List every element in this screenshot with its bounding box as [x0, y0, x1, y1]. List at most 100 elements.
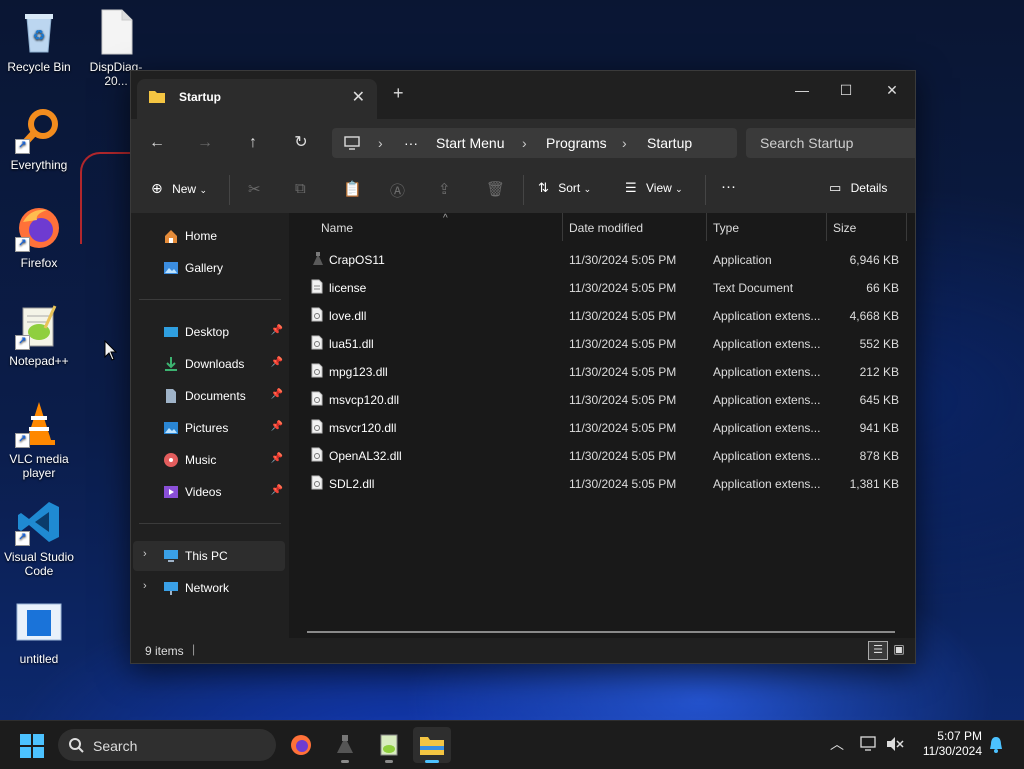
windows-start-icon[interactable]: [20, 734, 44, 758]
taskbar-notepadpp[interactable]: [370, 727, 408, 763]
desktop-icon-vlc[interactable]: ↗ VLC media player: [1, 400, 77, 480]
pin-icon[interactable]: 📌: [271, 357, 283, 368]
dll-file-icon: [311, 447, 323, 462]
taskbar-crapos[interactable]: [326, 727, 364, 763]
new-tab-button[interactable]: +: [393, 83, 404, 104]
file-name: license: [329, 281, 367, 295]
chevron-down-icon: ⌄: [199, 185, 207, 195]
navigation-pane[interactable]: Home Gallery Desktop 📌 Downloads 📌 Docum…: [131, 213, 289, 638]
file-list[interactable]: Name ^ Date modified Type Size CrapOS11 1…: [289, 213, 915, 638]
cut-icon[interactable]: ✂: [248, 180, 261, 198]
copy-icon[interactable]: ⧉: [295, 180, 306, 197]
nav-item-downloads[interactable]: Downloads 📌: [133, 349, 285, 379]
nav-item-pictures[interactable]: Pictures 📌: [133, 413, 285, 443]
taskbar-search-label: Search: [93, 738, 138, 754]
nav-item-gallery[interactable]: Gallery: [133, 253, 285, 283]
pin-icon[interactable]: 📌: [271, 453, 283, 464]
view-list-icon: ☰: [625, 180, 637, 195]
view-button[interactable]: ☰ View ⌄: [625, 180, 683, 196]
maximize-button[interactable]: ☐: [823, 75, 869, 105]
new-button[interactable]: ⊕ New ⌄: [151, 180, 207, 197]
table-row[interactable]: SDL2.dll 11/30/2024 5:05 PM Application ex…: [301, 469, 903, 497]
column-divider[interactable]: [906, 213, 907, 241]
table-row[interactable]: love.dll 11/30/2024 5:05 PM Application ex…: [301, 301, 903, 329]
table-row[interactable]: msvcr120.dll 11/30/2024 5:05 PM Applicatio…: [301, 413, 903, 441]
file-explorer-window[interactable]: Startup ✕ + — ☐ ✕ ← → ↑ ↻ › ··· Start Me…: [130, 70, 916, 664]
table-row[interactable]: OpenAL32.dll 11/30/2024 5:05 PM Applicatio…: [301, 441, 903, 469]
forward-arrow-icon[interactable]: →: [191, 131, 219, 155]
address-bar-row: ← → ↑ ↻ › ··· Start Menu › Programs › St…: [131, 119, 915, 167]
refresh-icon[interactable]: ↻: [287, 131, 315, 155]
breadcrumb-programs[interactable]: Programs: [546, 135, 607, 151]
pin-icon[interactable]: 📌: [271, 485, 283, 496]
tiles-view-button[interactable]: ▣: [891, 641, 907, 658]
horizontal-scrollbar[interactable]: [307, 631, 895, 633]
breadcrumb-startup[interactable]: Startup: [647, 135, 692, 151]
taskbar-firefox[interactable]: [282, 727, 320, 763]
back-arrow-icon[interactable]: ←: [143, 131, 171, 155]
nav-item-music[interactable]: Music 📌: [133, 445, 285, 475]
vscode-icon: ↗: [15, 498, 63, 546]
clock-time: 5:07 PM: [937, 729, 982, 743]
desktop-icon-recycle-bin[interactable]: ♻ Recycle Bin: [1, 8, 77, 74]
toolbar-divider: [229, 175, 230, 205]
chevron-right-icon[interactable]: ›: [143, 548, 147, 560]
nav-item-documents[interactable]: Documents 📌: [133, 381, 285, 411]
address-bar[interactable]: › ··· Start Menu › Programs › Startup: [332, 128, 737, 158]
share-icon[interactable]: ⇪: [438, 180, 451, 198]
volume-muted-icon[interactable]: [886, 736, 904, 752]
nav-label: This PC: [185, 549, 228, 563]
desktop-icon-label: Recycle Bin: [7, 60, 71, 74]
sort-button[interactable]: ⇅ Sort ⌄: [538, 180, 591, 196]
table-row[interactable]: mpg123.dll 11/30/2024 5:05 PM Application …: [301, 357, 903, 385]
search-box[interactable]: Search Startup: [746, 128, 915, 158]
delete-icon[interactable]: 🗑: [486, 180, 505, 198]
file-window-icon: [15, 600, 63, 648]
paste-icon[interactable]: 📋: [343, 180, 362, 198]
desktop-icon-firefox[interactable]: ↗ Firefox: [1, 204, 77, 270]
close-button[interactable]: ✕: [869, 75, 915, 105]
nav-label: Videos: [185, 485, 222, 499]
taskbar-clock[interactable]: 5:07 PM 11/30/2024: [923, 729, 982, 759]
desktop-icon-untitled[interactable]: untitled: [1, 600, 77, 666]
column-header-type[interactable]: Type: [707, 213, 825, 241]
desktop-icon-everything[interactable]: ↗ Everything: [1, 106, 77, 172]
desktop-icon-vscode[interactable]: ↗ Visual Studio Code: [1, 498, 77, 578]
column-header-date[interactable]: Date modified: [563, 213, 705, 241]
taskbar-file-explorer[interactable]: [413, 727, 451, 763]
text-file-icon: [311, 279, 323, 294]
pin-icon[interactable]: 📌: [271, 389, 283, 400]
breadcrumb-start-menu[interactable]: Start Menu: [436, 135, 504, 151]
desktop-icon-notepadpp[interactable]: ↗ Notepad++: [1, 302, 77, 368]
table-row[interactable]: msvcp120.dll 11/30/2024 5:05 PM Applicatio…: [301, 385, 903, 413]
rename-icon[interactable]: Ⓐ: [390, 180, 405, 201]
notification-bell-icon[interactable]: [988, 736, 1004, 754]
nav-item-videos[interactable]: Videos 📌: [133, 477, 285, 507]
chevron-right-icon[interactable]: ›: [143, 580, 147, 592]
details-view-button[interactable]: ☰: [868, 641, 888, 660]
up-arrow-icon[interactable]: ↑: [239, 131, 267, 155]
column-header-size[interactable]: Size: [827, 213, 905, 241]
details-pane-button[interactable]: ▭ Details: [829, 180, 887, 196]
pin-icon[interactable]: 📌: [271, 421, 283, 432]
more-options-button[interactable]: ···: [721, 178, 736, 195]
table-row[interactable]: license 11/30/2024 5:05 PM Text Document 66…: [301, 273, 903, 301]
table-row[interactable]: lua51.dll 11/30/2024 5:05 PM Application e…: [301, 329, 903, 357]
minimize-button[interactable]: —: [779, 75, 825, 105]
chevron-up-icon[interactable]: ︿: [830, 734, 844, 754]
table-row[interactable]: CrapOS11 11/30/2024 5:05 PM Application 6,9…: [301, 245, 903, 273]
tab-startup[interactable]: Startup ✕: [137, 79, 377, 119]
taskbar-search-box[interactable]: Search: [58, 729, 276, 761]
nav-item-desktop[interactable]: Desktop 📌: [133, 317, 285, 347]
title-bar[interactable]: Startup ✕ + — ☐ ✕: [131, 71, 915, 119]
breadcrumb-ellipsis[interactable]: ···: [404, 135, 418, 151]
nav-item-network[interactable]: › Network: [133, 573, 285, 603]
network-tray-icon[interactable]: [860, 736, 878, 752]
column-header-name[interactable]: Name ^: [301, 213, 561, 241]
pin-icon[interactable]: 📌: [271, 325, 283, 336]
nav-item-this-pc[interactable]: › This PC: [133, 541, 285, 571]
document-file-icon: [92, 8, 140, 56]
nav-label: Desktop: [185, 325, 230, 339]
close-tab-icon[interactable]: ✕: [352, 87, 365, 107]
nav-item-home[interactable]: Home: [133, 221, 285, 251]
